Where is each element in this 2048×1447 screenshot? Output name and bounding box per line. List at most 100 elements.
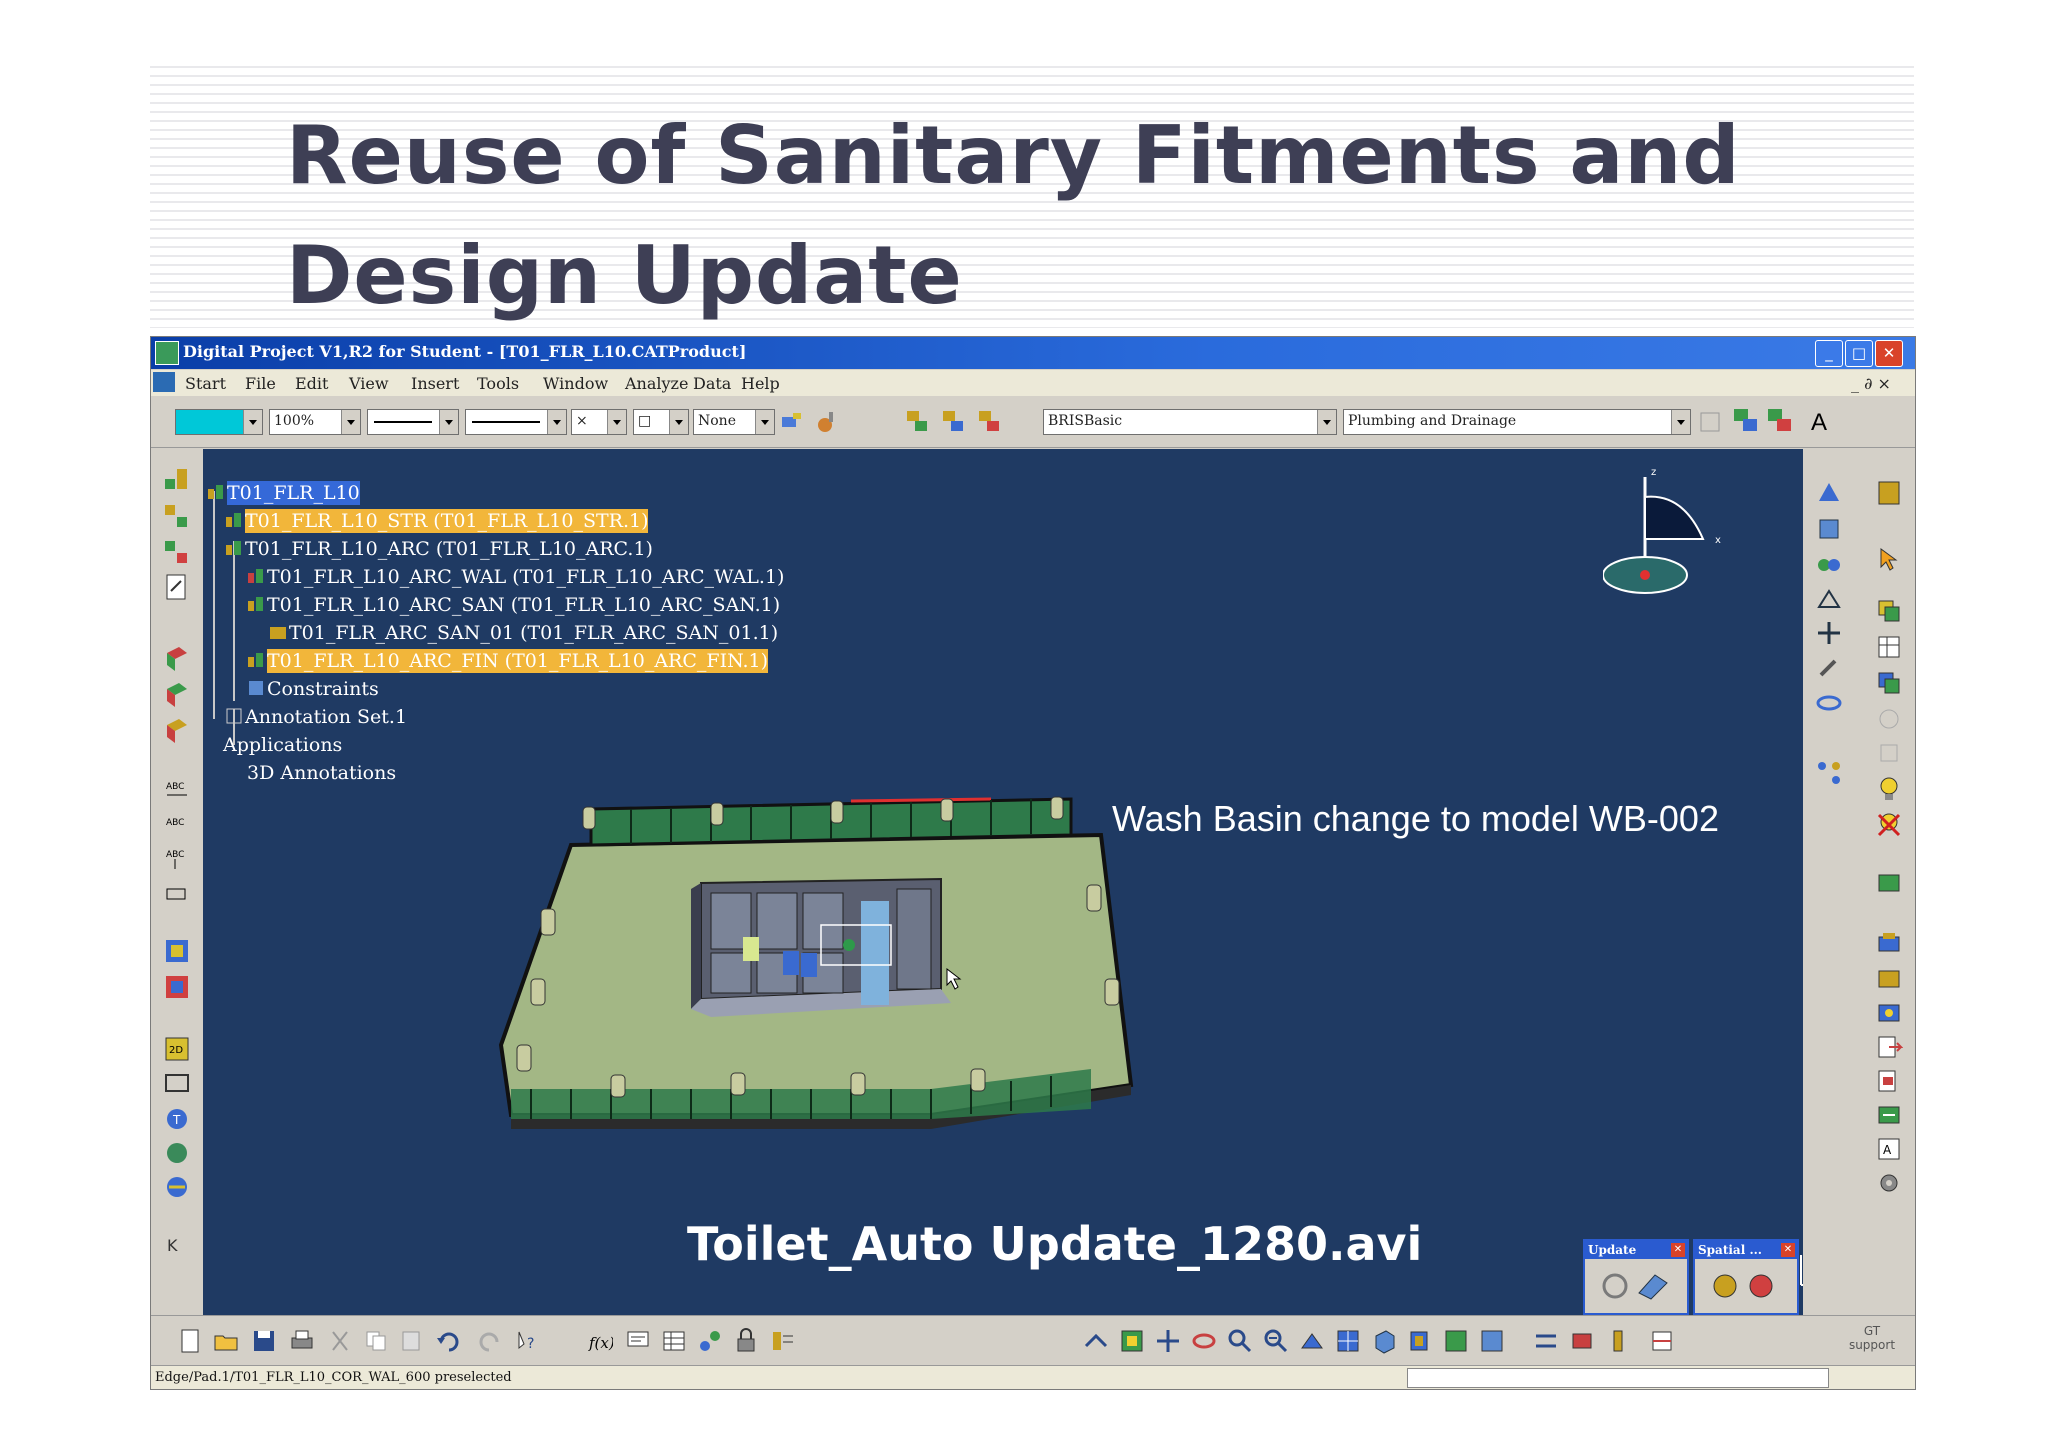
color-combo[interactable] (175, 409, 263, 435)
layer-combo[interactable]: None (693, 409, 775, 435)
format-painter-icon[interactable] (779, 409, 805, 435)
tree-item[interactable]: T01_FLR_L10_STR (T01_FLR_L10_STR.1) (245, 509, 649, 533)
fly-mode-icon[interactable] (1083, 1328, 1109, 1354)
iso-view-icon[interactable] (1371, 1328, 1397, 1354)
capture-icon[interactable] (163, 973, 191, 1001)
open-folder-icon[interactable] (213, 1328, 239, 1354)
insert-part-icon[interactable] (977, 409, 1003, 435)
measure-item-icon[interactable] (1569, 1328, 1595, 1354)
command-input[interactable] (1407, 1368, 1829, 1388)
menu-tools[interactable]: Tools (477, 374, 519, 393)
discipline-combo[interactable]: Plumbing and Drainage (1343, 409, 1691, 435)
render-style-icon[interactable] (1407, 1328, 1433, 1354)
menu-analyze[interactable]: Analyze (625, 374, 688, 393)
2d-view-icon[interactable]: 2D (163, 1035, 191, 1063)
spatial-panel[interactable]: Spatial ... ✕ (1693, 1239, 1799, 1315)
link-icon[interactable] (1815, 689, 1843, 717)
tree-item[interactable]: 3D Annotations (247, 761, 396, 785)
menu-file[interactable]: File (245, 374, 276, 393)
undo-icon[interactable] (435, 1328, 461, 1354)
camera-icon[interactable] (1875, 869, 1903, 897)
lock-icon[interactable] (733, 1328, 759, 1354)
light-bulb-icon[interactable] (1875, 775, 1903, 803)
text-annotation-icon[interactable]: ABC (163, 775, 191, 803)
sphere-mapping-icon[interactable] (163, 1139, 191, 1167)
clash-analysis-icon[interactable] (163, 681, 191, 709)
delete-light-icon[interactable] (1875, 811, 1903, 839)
minimize-button[interactable]: _ (1815, 340, 1843, 367)
space-analysis-icon[interactable] (1815, 479, 1843, 507)
standard-combo[interactable]: BRISBasic (1043, 409, 1337, 435)
hide-show-icon[interactable] (1443, 1328, 1469, 1354)
design-table-icon[interactable] (661, 1328, 687, 1354)
replace-component-icon[interactable] (1767, 407, 1793, 433)
import-icon[interactable] (1875, 1067, 1903, 1095)
thickness-combo[interactable] (465, 409, 567, 435)
window-title-bar[interactable]: Digital Project V1,R2 for Student - [T01… (151, 337, 1915, 369)
environment-icon[interactable] (163, 1173, 191, 1201)
measure-between-icon[interactable] (1533, 1328, 1559, 1354)
tree-item[interactable]: Applications (223, 733, 342, 757)
tree-item[interactable]: Constraints (267, 677, 379, 701)
close-icon[interactable]: ✕ (1671, 1243, 1685, 1257)
export-icon[interactable] (1875, 1033, 1903, 1061)
print-icon[interactable] (289, 1328, 315, 1354)
insert-component-icon[interactable] (905, 409, 931, 435)
parameter-icon[interactable] (769, 1328, 795, 1354)
paste-icon[interactable] (1875, 669, 1903, 697)
tree-item[interactable]: T01_FLR_L10_ARC_WAL (T01_FLR_L10_ARC_WAL… (267, 565, 784, 589)
zoom-out-icon[interactable] (1263, 1328, 1289, 1354)
menu-window[interactable]: Window (543, 374, 608, 393)
macro-icon[interactable] (697, 1328, 723, 1354)
new-document-icon[interactable] (177, 1328, 203, 1354)
menu-start[interactable]: Start (185, 374, 226, 393)
attach-icon[interactable] (1815, 655, 1843, 683)
update-tools-icon[interactable] (1595, 1269, 1675, 1303)
linetype-combo[interactable] (367, 409, 459, 435)
flag-note-icon[interactable]: ABC (163, 811, 191, 839)
tolerance-icon[interactable] (163, 1069, 191, 1097)
record-icon[interactable] (1875, 929, 1903, 957)
maximize-button[interactable]: □ (1845, 340, 1873, 367)
paste-icon[interactable] (399, 1328, 425, 1354)
move-icon[interactable] (1815, 619, 1843, 647)
catia-logo-icon[interactable] (153, 372, 175, 392)
box-icon[interactable] (1815, 515, 1843, 543)
document-window-controls[interactable]: _ ∂ × (1851, 374, 1891, 393)
constraint-tool-icon[interactable] (163, 539, 191, 567)
menu-insert[interactable]: Insert (411, 374, 459, 393)
building-floor-model[interactable] (491, 789, 1191, 1229)
tree-item[interactable]: T01_FLR_L10_ARC (T01_FLR_L10_ARC.1) (245, 537, 653, 561)
snap-icon[interactable] (1815, 585, 1843, 613)
table-icon[interactable] (1875, 633, 1903, 661)
copy-icon[interactable] (1875, 597, 1903, 625)
select-arrow-icon[interactable] (1875, 545, 1903, 573)
product-structure-icon[interactable] (163, 467, 191, 495)
compass-icon[interactable]: z x (1603, 463, 1733, 613)
datum-feature-icon[interactable] (163, 879, 191, 907)
settings-gear-icon[interactable] (1875, 1169, 1903, 1197)
tree-item[interactable]: T01_FLR_L10_ARC_FIN (T01_FLR_L10_ARC_FIN… (267, 649, 769, 673)
tree-root[interactable]: T01_FLR_L10 (227, 481, 360, 505)
menu-help[interactable]: Help (741, 374, 780, 393)
tree-item[interactable]: Annotation Set.1 (245, 705, 407, 729)
knowledge-icon[interactable]: K (163, 1231, 191, 1259)
menu-view[interactable]: View (349, 374, 389, 393)
save-icon[interactable] (251, 1328, 277, 1354)
redo-icon[interactable] (477, 1328, 503, 1354)
rotate-icon[interactable] (1191, 1328, 1217, 1354)
document-edit-icon[interactable] (163, 573, 191, 601)
cut-icon[interactable] (327, 1328, 353, 1354)
section-plane-icon[interactable] (163, 645, 191, 673)
update-panel[interactable]: Update ✕ (1583, 1239, 1689, 1315)
scene-icon[interactable] (1875, 1101, 1903, 1129)
sections-icon[interactable] (1649, 1328, 1675, 1354)
tree-item[interactable]: T01_FLR_L10_ARC_SAN (T01_FLR_L10_ARC_SAN… (267, 593, 780, 617)
text-tool-button[interactable]: A (1811, 409, 1827, 437)
view-plane-icon[interactable] (163, 937, 191, 965)
point-symbol-combo[interactable]: × (571, 409, 627, 435)
menu-edit[interactable]: Edit (295, 374, 328, 393)
close-button[interactable]: ✕ (1875, 340, 1903, 367)
simulation-icon[interactable] (1875, 999, 1903, 1027)
3d-viewport[interactable]: T01_FLR_L10 T01_FLR_L10_STR (T01_FLR_L10… (203, 449, 1803, 1315)
